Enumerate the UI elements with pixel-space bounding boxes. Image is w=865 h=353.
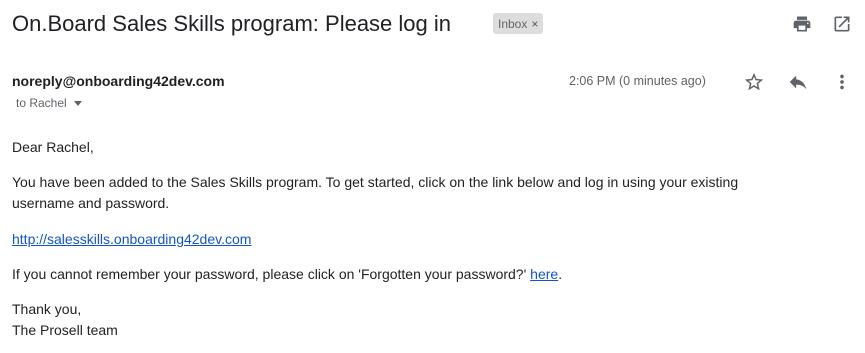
paragraph-1-line-1: You have been added to the Sales Skills …	[12, 174, 739, 190]
reply-button[interactable]	[786, 70, 810, 94]
sender-address[interactable]: noreply@onboarding42dev.com	[12, 72, 225, 90]
email-subject: On.Board Sales Skills program: Please lo…	[12, 11, 451, 36]
more-options-button[interactable]	[830, 70, 854, 94]
email-paragraph-1: You have been added to the Sales Skills …	[12, 172, 857, 214]
print-button[interactable]	[791, 13, 813, 35]
open-in-new-window-button[interactable]	[831, 13, 853, 35]
more-vert-icon	[840, 74, 844, 90]
email-greeting: Dear Rachel,	[12, 139, 94, 155]
paragraph-2-text: If you cannot remember your password, pl…	[12, 266, 531, 282]
reply-icon	[789, 75, 807, 90]
team-name: The Prosell team	[12, 322, 118, 338]
email-paragraph-2: If you cannot remember your password, pl…	[12, 264, 562, 285]
recipient-details-toggle[interactable]: to Rachel	[16, 96, 82, 110]
chevron-down-icon	[73, 101, 82, 106]
program-login-link[interactable]: http://salesskills.onboarding42dev.com	[12, 231, 251, 247]
star-icon	[744, 72, 764, 91]
star-button[interactable]	[742, 70, 766, 94]
paragraph-1-line-2: username and password.	[12, 195, 170, 211]
inbox-label-text: Inbox	[498, 16, 528, 31]
remove-label-icon[interactable]: ×	[531, 17, 538, 31]
paragraph-2-period: .	[558, 266, 563, 282]
email-signoff: Thank you, The Prosell team	[12, 299, 118, 341]
signoff-line: Thank you,	[12, 301, 82, 317]
forgotten-password-link[interactable]: here	[530, 266, 558, 282]
open-in-new-icon	[834, 16, 850, 32]
recipient-text: to Rachel	[16, 96, 67, 110]
print-icon	[793, 16, 811, 32]
email-timestamp: 2:06 PM (0 minutes ago)	[569, 74, 706, 88]
email-link-line: http://salesskills.onboarding42dev.com	[12, 229, 251, 250]
inbox-label-chip[interactable]: Inbox ×	[493, 13, 544, 34]
